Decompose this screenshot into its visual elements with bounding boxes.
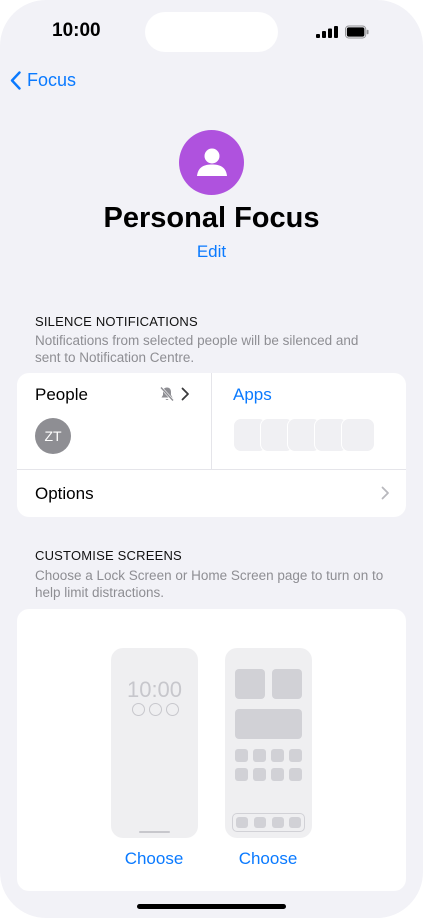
- chevron-left-icon: [10, 71, 21, 90]
- app-slot[interactable]: [341, 418, 375, 452]
- lock-screen-widgets: [132, 703, 179, 716]
- app-icon-tile: [271, 749, 284, 762]
- home-indicator[interactable]: [137, 904, 286, 909]
- apps-label[interactable]: Apps: [233, 385, 272, 405]
- lock-screen-time: 10:00: [126, 677, 183, 702]
- widget-tile: [235, 709, 302, 739]
- divider: [17, 469, 406, 470]
- app-icon-tile: [271, 768, 284, 781]
- app-icon-tile: [289, 768, 302, 781]
- app-icon-tile: [235, 749, 248, 762]
- silence-notifications-description: Notifications from selected people will …: [35, 333, 359, 365]
- avatar[interactable]: ZT: [35, 418, 71, 454]
- app-icon-tile: [235, 768, 248, 781]
- dock-icon-tile: [236, 816, 248, 828]
- widget-tile: [272, 669, 302, 699]
- dynamic-island: [145, 12, 278, 52]
- edit-link[interactable]: Edit: [0, 242, 423, 262]
- back-label: Focus: [27, 70, 77, 90]
- bell-slash-icon: [160, 386, 174, 402]
- app-icon-tile: [253, 749, 266, 762]
- cellular-signal-icon: [316, 26, 338, 38]
- choose-lock-screen-button[interactable]: Choose: [104, 849, 204, 869]
- widget-circle: [132, 703, 145, 716]
- customise-screens-heading: CUSTOMISE SCREENS: [35, 548, 182, 563]
- battery-icon: [345, 25, 369, 39]
- dock-icon-tile: [272, 816, 284, 828]
- focus-avatar: [179, 130, 244, 195]
- people-controls[interactable]: [159, 386, 190, 402]
- person-icon: [196, 148, 227, 176]
- back-button[interactable]: Focus: [10, 70, 76, 91]
- widget-circle: [166, 703, 179, 716]
- silence-notifications-heading: SILENCE NOTIFICATIONS: [35, 314, 198, 329]
- status-time: 10:00: [52, 20, 101, 41]
- chevron-right-icon: [181, 387, 189, 401]
- choose-home-screen-button[interactable]: Choose: [218, 849, 318, 869]
- dock: [232, 813, 305, 832]
- app-icon-tile: [253, 768, 266, 781]
- chevron-right-icon[interactable]: [381, 486, 390, 500]
- divider: [211, 373, 212, 469]
- customise-screens-description: Choose a Lock Screen or Home Screen page…: [35, 568, 384, 600]
- lock-screen-preview[interactable]: 10:00: [111, 648, 198, 838]
- dock-icon-tile: [254, 816, 266, 828]
- page-title: Personal Focus: [103, 202, 320, 234]
- people-label[interactable]: People: [35, 385, 88, 405]
- home-screen-preview[interactable]: [225, 648, 312, 838]
- widget-tile: [235, 669, 265, 699]
- dock-icon-tile: [289, 816, 301, 828]
- home-bar: [139, 831, 170, 833]
- phone-screen: 10:00 Focus Personal Focus Edit SILENCE …: [0, 0, 423, 918]
- options-row[interactable]: Options: [35, 484, 94, 504]
- widget-circle: [149, 703, 162, 716]
- customise-card: 10:00 Choose Choose: [17, 609, 406, 891]
- silence-card: People ZT Apps Options: [17, 373, 406, 517]
- app-icon-tile: [289, 749, 302, 762]
